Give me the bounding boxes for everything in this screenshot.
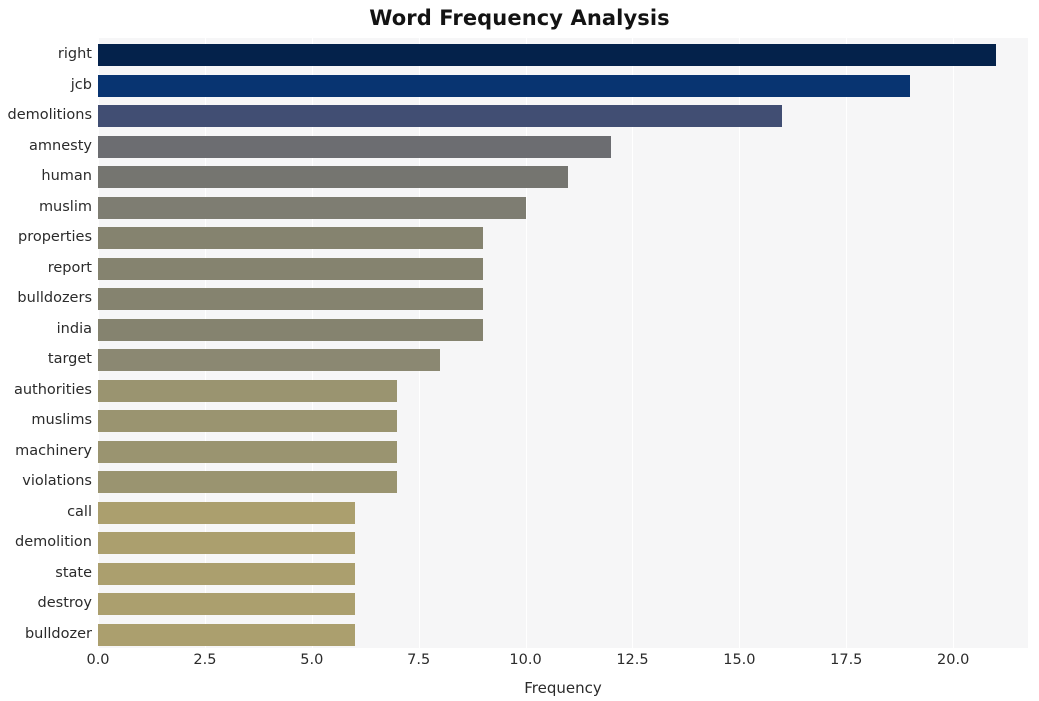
- bar-call: [98, 501, 355, 524]
- bar-demolitions: [98, 105, 783, 128]
- y-tick-label-machinery: machinery: [15, 442, 92, 459]
- bar-row: [98, 74, 1028, 97]
- bar-right: [98, 44, 996, 67]
- x-tick-label: 15.0: [723, 652, 756, 668]
- word-frequency-chart: Word Frequency Analysis right jcb demoliti…: [0, 0, 1039, 701]
- y-tick-label-india: india: [56, 320, 92, 337]
- y-tick-label-destroy: destroy: [37, 595, 92, 612]
- y-tick-label-amnesty: amnesty: [29, 137, 92, 154]
- bar-row: [98, 440, 1028, 463]
- y-tick-label-state: state: [55, 564, 92, 581]
- bar-human: [98, 166, 569, 189]
- gridline: [525, 38, 527, 648]
- y-tick-label-muslim: muslim: [38, 198, 92, 215]
- bar-jcb: [98, 74, 911, 97]
- bar-target: [98, 349, 441, 372]
- gridline: [739, 38, 741, 648]
- bar-bulldozers: [98, 288, 483, 311]
- y-tick-label-muslims: muslims: [31, 412, 92, 429]
- gridline: [632, 38, 634, 648]
- bar-row: [98, 349, 1028, 372]
- bar-row: [98, 257, 1028, 280]
- y-tick-label-jcb: jcb: [70, 76, 92, 93]
- y-tick-label-demolitions: demolitions: [7, 107, 92, 124]
- y-tick-label-violations: violations: [22, 473, 92, 490]
- x-tick-label: 2.5: [193, 652, 217, 668]
- plot-area: right jcb demolitions amnesty human muslim pro…: [7, 38, 1028, 697]
- y-tick-label-call: call: [67, 503, 92, 520]
- gridline: [204, 38, 206, 648]
- x-tick-label: 12.5: [616, 652, 649, 668]
- bar-row: [98, 562, 1028, 585]
- bar-amnesty: [98, 135, 612, 158]
- gridline: [311, 38, 313, 648]
- bar-row: [98, 288, 1028, 311]
- y-tick-label-properties: properties: [18, 229, 92, 246]
- y-tick-label-target: target: [47, 351, 92, 368]
- bar-row: [98, 166, 1028, 189]
- x-tick-label: 20.0: [937, 652, 970, 668]
- bar-row: [98, 105, 1028, 128]
- bar-authorities: [98, 379, 398, 402]
- bar-row: [98, 135, 1028, 158]
- bar-row: [98, 501, 1028, 524]
- bar-machinery: [98, 440, 398, 463]
- bar-row: [98, 44, 1028, 67]
- bar-properties: [98, 227, 483, 250]
- bar-report: [98, 257, 483, 280]
- y-tick-label-demolition: demolition: [15, 534, 92, 551]
- bar-destroy: [98, 593, 355, 616]
- bar-demolition: [98, 532, 355, 555]
- x-tick-label: 17.5: [830, 652, 863, 668]
- gridline: [418, 38, 420, 648]
- bar-muslim: [98, 196, 526, 219]
- y-tick-label-bulldozers: bulldozers: [17, 290, 92, 307]
- bar-row: [98, 227, 1028, 250]
- y-tick-label-authorities: authorities: [13, 381, 92, 398]
- x-tick-label: 0.0: [86, 652, 110, 668]
- bar-violations: [98, 471, 398, 494]
- y-axis-labels: right jcb demolitions amnesty human muslim pro…: [0, 38, 92, 648]
- x-tick-label: 10.0: [509, 652, 542, 668]
- gridline: [846, 38, 848, 648]
- bar-row: [98, 532, 1028, 555]
- bar-bulldozer: [98, 623, 355, 646]
- bar-row: [98, 410, 1028, 433]
- bar-row: [98, 379, 1028, 402]
- y-tick-label-human: human: [41, 168, 92, 185]
- bar-state: [98, 562, 355, 585]
- y-tick-label-right: right: [57, 46, 92, 63]
- bar-row: [98, 471, 1028, 494]
- y-tick-label-report: report: [47, 259, 92, 276]
- bar-india: [98, 318, 483, 341]
- y-tick-label-bulldozer: bulldozer: [24, 625, 92, 642]
- x-tick-label: 5.0: [300, 652, 324, 668]
- bar-muslims: [98, 410, 398, 433]
- gridline: [98, 38, 99, 648]
- gridline: [953, 38, 955, 648]
- x-tick-label: 7.5: [407, 652, 431, 668]
- x-axis-title: Frequency: [524, 679, 602, 697]
- bar-row: [98, 318, 1028, 341]
- bar-row: [98, 196, 1028, 219]
- page-title: Word Frequency Analysis: [369, 6, 670, 30]
- bar-row: [98, 623, 1028, 646]
- bar-row: [98, 593, 1028, 616]
